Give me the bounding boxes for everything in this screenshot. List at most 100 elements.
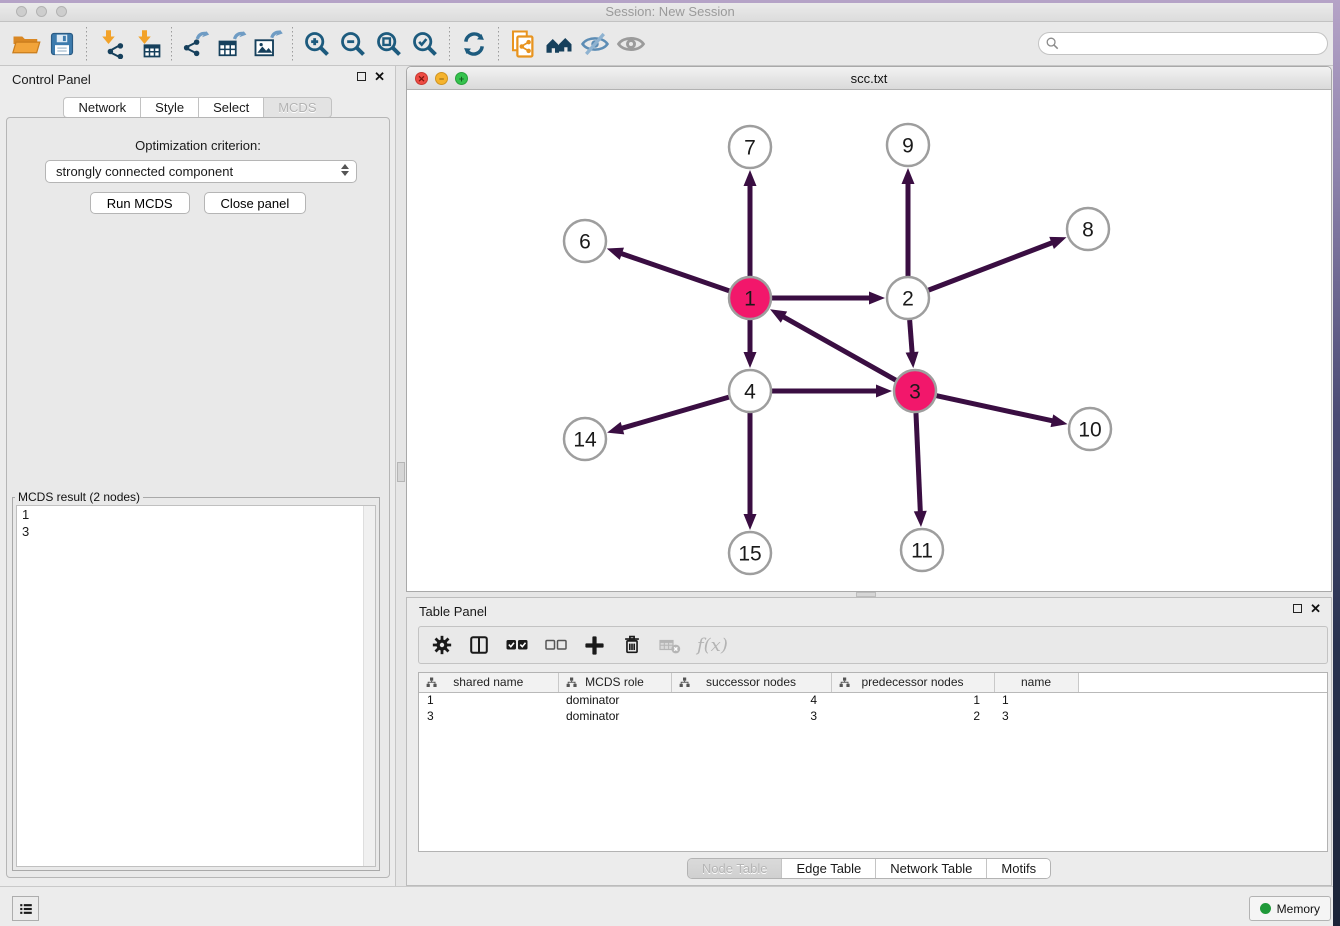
refresh-layout-button[interactable] (456, 26, 492, 62)
graph-edge-2-8[interactable] (929, 242, 1055, 290)
search-input[interactable] (1038, 32, 1328, 55)
tab-style[interactable]: Style (140, 97, 198, 118)
desktop-background (0, 0, 1340, 3)
zoom-in-button[interactable] (299, 26, 335, 62)
graph-node-label: 4 (744, 381, 756, 404)
column-header-predecessor-nodes[interactable]: predecessor nodes (831, 673, 994, 692)
edge-arrow-icon (914, 511, 927, 527)
table-cell[interactable]: dominator (558, 708, 671, 724)
table-cell[interactable]: 3 (419, 708, 558, 724)
show-panels-menu-button[interactable] (12, 896, 39, 921)
export-table-button[interactable] (214, 26, 250, 62)
table-cell[interactable]: 3 (994, 708, 1078, 724)
refresh-layout-icon (460, 30, 488, 58)
edge-arrow-icon (607, 422, 624, 434)
zoom-fit-icon (375, 30, 403, 58)
network-canvas[interactable]: 7968124314101511 (407, 90, 1331, 591)
column-header-name[interactable]: name (994, 673, 1078, 692)
zoom-selected-button[interactable] (407, 26, 443, 62)
table-settings-button[interactable] (431, 631, 453, 659)
network-view-window: ✕ − + scc.txt 7968124314101511 (406, 66, 1332, 592)
graph-node-label: 1 (744, 288, 756, 311)
memory-button[interactable]: Memory (1249, 896, 1331, 921)
tab-node-table[interactable]: Node Table (688, 859, 782, 878)
graph-edge-3-10[interactable] (936, 396, 1054, 422)
graph-node-label: 6 (579, 231, 591, 254)
mcds-result-line: 1 (17, 506, 375, 523)
save-session-button[interactable] (44, 26, 80, 62)
table-row[interactable]: 3dominator323 (419, 708, 1327, 724)
first-neighbors-button[interactable] (541, 26, 577, 62)
edge-arrow-icon (1049, 237, 1066, 249)
table-cell[interactable]: 1 (994, 692, 1078, 708)
graph-node-label: 10 (1078, 419, 1101, 442)
show-column-panel-button[interactable] (468, 631, 490, 659)
float-panel-icon[interactable] (1293, 604, 1302, 613)
hide-selected-button[interactable] (577, 26, 613, 62)
mcds-result-line: 3 (17, 523, 375, 540)
duplicate-network-button[interactable] (505, 26, 541, 62)
column-header-label: predecessor nodes (861, 675, 963, 689)
close-panel-button[interactable]: Close panel (204, 192, 307, 214)
graph-edge-2-3[interactable] (910, 320, 913, 355)
network-window-titlebar[interactable]: ✕ − + scc.txt (407, 67, 1331, 90)
graph-edge-3-1[interactable] (781, 316, 895, 381)
function-builder-button[interactable]: f(x) (697, 631, 728, 659)
memory-status-icon (1260, 903, 1271, 914)
column-header-label: shared name (453, 675, 523, 689)
column-header-successor-nodes[interactable]: successor nodes (671, 673, 831, 692)
table-cell[interactable]: 1 (831, 692, 994, 708)
import-table-icon (132, 29, 162, 59)
tab-edge-table[interactable]: Edge Table (781, 859, 875, 878)
column-header-MCDS-role[interactable]: MCDS role (558, 673, 671, 692)
table-tabs: Node TableEdge TableNetwork TableMotifs (687, 858, 1051, 879)
table-row[interactable]: 1dominator411 (419, 692, 1327, 708)
table-cell[interactable]: dominator (558, 692, 671, 708)
column-header-shared-name[interactable]: shared name (419, 673, 558, 692)
delete-table-button[interactable] (658, 631, 682, 659)
show-all-button[interactable] (613, 26, 649, 62)
toolbar-separator (171, 27, 172, 61)
mcds-result-text[interactable]: 13 (16, 505, 376, 867)
window-titlebar: Session: New Session (0, 0, 1340, 22)
select-all-columns-button[interactable] (505, 631, 529, 659)
float-panel-icon[interactable] (357, 72, 366, 81)
export-image-button[interactable] (250, 26, 286, 62)
close-panel-icon[interactable]: ✕ (374, 71, 385, 82)
criterion-dropdown[interactable]: strongly connected component (45, 160, 357, 183)
create-new-column-button[interactable] (583, 631, 606, 659)
tab-mcds[interactable]: MCDS (263, 97, 331, 118)
column-hierarchy-icon (679, 677, 690, 688)
tab-motifs[interactable]: Motifs (986, 859, 1050, 878)
import-network-button[interactable] (93, 26, 129, 62)
import-table-button[interactable] (129, 26, 165, 62)
graph-node-label: 15 (738, 543, 761, 566)
table-cell[interactable]: 1 (419, 692, 558, 708)
tab-network-table[interactable]: Network Table (875, 859, 986, 878)
graph-edge-3-11[interactable] (916, 413, 920, 514)
table-cell[interactable]: 3 (671, 708, 831, 724)
control-panel-tabs: NetworkStyleSelectMCDS (0, 97, 395, 118)
zoom-fit-button[interactable] (371, 26, 407, 62)
close-panel-icon[interactable]: ✕ (1310, 603, 1321, 614)
run-mcds-button[interactable]: Run MCDS (90, 192, 190, 214)
zoom-out-button[interactable] (335, 26, 371, 62)
node-table[interactable]: shared name MCDS rolesuccessor nodes prede… (418, 672, 1328, 852)
status-bar: Memory (0, 886, 1340, 926)
tab-network[interactable]: Network (63, 97, 140, 118)
tab-select[interactable]: Select (198, 97, 263, 118)
table-cell[interactable]: 4 (671, 692, 831, 708)
table-cell-filler (1078, 708, 1327, 724)
column-view-icon (468, 634, 490, 656)
delete-column-button[interactable] (621, 631, 643, 659)
graph-edge-4-14[interactable] (620, 397, 729, 429)
export-network-button[interactable] (178, 26, 214, 62)
table-cell[interactable]: 2 (831, 708, 994, 724)
unselect-all-columns-button[interactable] (544, 631, 568, 659)
open-folder-icon (11, 29, 41, 59)
graph-edge-1-6[interactable] (619, 253, 729, 291)
vertical-splitter-handle[interactable] (397, 462, 405, 482)
open-session-button[interactable] (8, 26, 44, 62)
result-scrollbar[interactable] (363, 506, 375, 866)
toolbar-separator (449, 27, 450, 61)
